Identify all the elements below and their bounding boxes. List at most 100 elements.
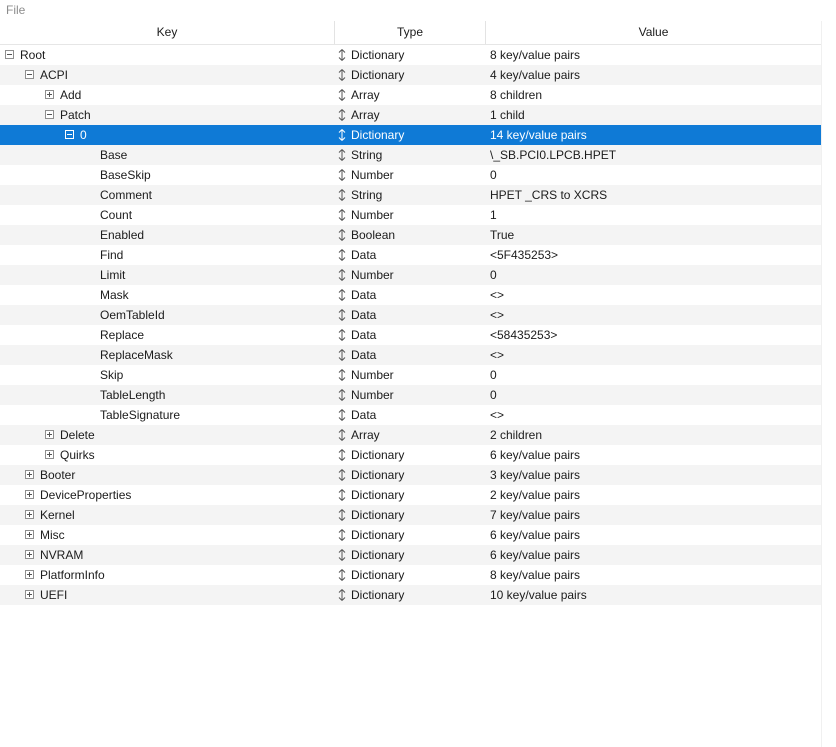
up-down-arrows-icon[interactable] [338,445,346,465]
value-cell[interactable]: <> [490,405,820,425]
column-header-value[interactable]: Value [486,21,821,44]
value-cell[interactable]: <5F435253> [490,245,820,265]
value-cell[interactable]: <> [490,345,820,365]
up-down-arrows-icon[interactable] [338,465,346,485]
type-cell[interactable]: Number [338,385,485,405]
value-cell[interactable]: \_SB.PCI0.LPCB.HPET [490,145,820,165]
menu-file[interactable]: File [6,3,25,17]
type-cell[interactable]: String [338,185,485,205]
up-down-arrows-icon[interactable] [338,285,346,305]
tree-row[interactable]: Patch Array 1 child [0,105,821,125]
type-cell[interactable]: Dictionary [338,465,485,485]
tree-row[interactable]: Quirks Dictionary 6 key/value pairs [0,445,821,465]
scrollbar-thumb[interactable] [826,24,833,624]
key-cell[interactable]: TableLength [0,385,334,405]
collapse-icon[interactable] [25,70,34,79]
type-cell[interactable]: Number [338,165,485,185]
value-cell[interactable]: 0 [490,385,820,405]
up-down-arrows-icon[interactable] [338,325,346,345]
tree-row[interactable]: Limit Number 0 [0,265,821,285]
key-cell[interactable]: Count [0,205,334,225]
tree-row[interactable]: OemTableId Data <> [0,305,821,325]
key-cell[interactable]: ACPI [0,65,334,85]
type-cell[interactable]: Dictionary [338,125,485,145]
up-down-arrows-icon[interactable] [338,425,346,445]
value-cell[interactable]: 8 key/value pairs [490,45,820,65]
value-cell[interactable]: <58435253> [490,325,820,345]
value-cell[interactable]: 8 children [490,85,820,105]
collapse-icon[interactable] [65,130,74,139]
tree-row[interactable]: Base String \_SB.PCI0.LPCB.HPET [0,145,821,165]
key-cell[interactable]: DeviceProperties [0,485,334,505]
expand-icon[interactable] [25,470,34,479]
type-cell[interactable]: Boolean [338,225,485,245]
up-down-arrows-icon[interactable] [338,225,346,245]
up-down-arrows-icon[interactable] [338,125,346,145]
tree-row[interactable]: 0 Dictionary 14 key/value pairs [0,125,821,145]
up-down-arrows-icon[interactable] [338,185,346,205]
value-cell[interactable]: 14 key/value pairs [490,125,820,145]
value-cell[interactable]: 1 child [490,105,820,125]
key-cell[interactable]: NVRAM [0,545,334,565]
key-cell[interactable]: 0 [0,125,334,145]
type-cell[interactable]: Data [338,285,485,305]
type-cell[interactable]: Dictionary [338,65,485,85]
type-cell[interactable]: Dictionary [338,45,485,65]
key-cell[interactable]: Replace [0,325,334,345]
value-cell[interactable]: 2 children [490,425,820,445]
tree-row[interactable]: Add Array 8 children [0,85,821,105]
key-cell[interactable]: Limit [0,265,334,285]
tree-row[interactable]: NVRAM Dictionary 6 key/value pairs [0,545,821,565]
expand-icon[interactable] [45,90,54,99]
type-cell[interactable]: Dictionary [338,445,485,465]
type-cell[interactable]: Data [338,405,485,425]
type-cell[interactable]: Dictionary [338,525,485,545]
up-down-arrows-icon[interactable] [338,545,346,565]
type-cell[interactable]: Dictionary [338,485,485,505]
value-cell[interactable]: 2 key/value pairs [490,485,820,505]
value-cell[interactable]: 7 key/value pairs [490,505,820,525]
tree-row[interactable]: UEFI Dictionary 10 key/value pairs [0,585,821,605]
up-down-arrows-icon[interactable] [338,305,346,325]
type-cell[interactable]: Data [338,245,485,265]
column-header-key[interactable]: Key [0,21,334,44]
vertical-scrollbar[interactable] [821,21,836,747]
column-header-type[interactable]: Type [335,21,485,44]
value-cell[interactable]: <> [490,305,820,325]
up-down-arrows-icon[interactable] [338,565,346,585]
value-cell[interactable]: 0 [490,365,820,385]
tree-row[interactable]: Booter Dictionary 3 key/value pairs [0,465,821,485]
key-cell[interactable]: OemTableId [0,305,334,325]
type-cell[interactable]: Number [338,265,485,285]
key-cell[interactable]: Find [0,245,334,265]
value-cell[interactable]: 10 key/value pairs [490,585,820,605]
key-cell[interactable]: Kernel [0,505,334,525]
tree-row[interactable]: Misc Dictionary 6 key/value pairs [0,525,821,545]
value-cell[interactable]: 0 [490,265,820,285]
type-cell[interactable]: Number [338,365,485,385]
value-cell[interactable]: HPET _CRS to XCRS [490,185,820,205]
value-cell[interactable]: True [490,225,820,245]
up-down-arrows-icon[interactable] [338,365,346,385]
tree-row[interactable]: Comment String HPET _CRS to XCRS [0,185,821,205]
key-cell[interactable]: Comment [0,185,334,205]
tree-row[interactable]: ReplaceMask Data <> [0,345,821,365]
key-cell[interactable]: Root [0,45,334,65]
key-cell[interactable]: Booter [0,465,334,485]
expand-icon[interactable] [25,530,34,539]
value-cell[interactable]: 6 key/value pairs [490,525,820,545]
up-down-arrows-icon[interactable] [338,585,346,605]
key-cell[interactable]: Enabled [0,225,334,245]
tree-row[interactable]: Enabled Boolean True [0,225,821,245]
tree-row[interactable]: Replace Data <58435253> [0,325,821,345]
key-cell[interactable]: PlatformInfo [0,565,334,585]
key-cell[interactable]: Quirks [0,445,334,465]
key-cell[interactable]: Delete [0,425,334,445]
tree-row[interactable]: ACPI Dictionary 4 key/value pairs [0,65,821,85]
up-down-arrows-icon[interactable] [338,45,346,65]
value-cell[interactable]: 1 [490,205,820,225]
expand-icon[interactable] [45,450,54,459]
key-cell[interactable]: Mask [0,285,334,305]
tree-row[interactable]: TableLength Number 0 [0,385,821,405]
tree-row[interactable]: DeviceProperties Dictionary 2 key/value pa… [0,485,821,505]
